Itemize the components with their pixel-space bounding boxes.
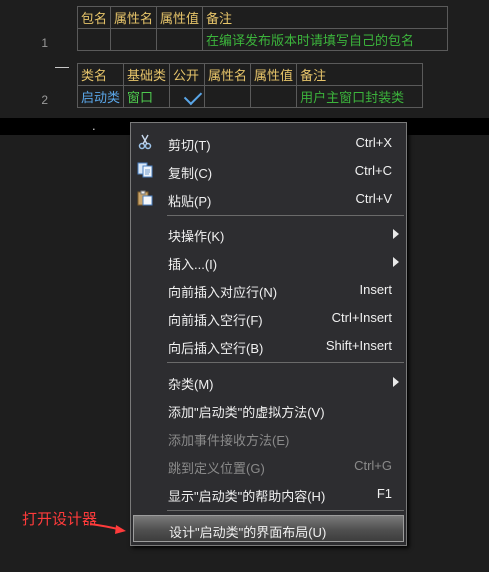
menu-item-label: 显示"启动类"的帮助内容(H) xyxy=(168,489,326,504)
submenu-arrow-icon xyxy=(393,229,399,239)
cell-base-class[interactable]: 窗口 xyxy=(123,85,171,108)
class-table-header: 类名 基础类 公开 属性名 属性值 备注 xyxy=(76,63,424,86)
menu-item-shortcut: Insert xyxy=(359,282,392,297)
cut-icon xyxy=(138,134,152,150)
menu-item-shortcut: Ctrl+G xyxy=(354,458,392,473)
checkmark-icon xyxy=(183,86,203,106)
menu-item-label: 添加"启动类"的虚拟方法(V) xyxy=(168,405,325,420)
header-package-name: 包名 xyxy=(76,6,112,29)
menu-item-label: 块操作(K) xyxy=(168,229,225,244)
menu-item-cut[interactable]: 剪切(T) Ctrl+X xyxy=(131,129,406,155)
menu-item-label: 杂类(M) xyxy=(168,377,214,392)
line-number-2: 2 xyxy=(41,93,48,107)
header-base-class: 基础类 xyxy=(123,63,171,86)
menu-separator xyxy=(167,362,404,363)
line3-text: . xyxy=(92,118,96,133)
cell-class-name[interactable]: 启动类 xyxy=(76,85,125,108)
menu-separator xyxy=(167,510,404,511)
menu-item-insert-empty-after[interactable]: 向后插入空行(B) Shift+Insert xyxy=(131,332,406,358)
menu-item-block-ops[interactable]: 块操作(K) xyxy=(131,220,406,246)
menu-item-shortcut: Shift+Insert xyxy=(325,338,392,353)
header-attr-value: 属性值 xyxy=(250,63,298,86)
annotation-arrow-icon xyxy=(89,523,126,534)
cell-attr-name[interactable] xyxy=(110,28,158,51)
menu-item-label: 粘贴(P) xyxy=(168,194,212,209)
cell-package-name[interactable] xyxy=(76,28,112,51)
line-number-1: 1 xyxy=(41,36,48,50)
menu-item-shortcut: Ctrl+X xyxy=(355,135,392,150)
menu-item-label: 向前插入空行(F) xyxy=(168,313,263,328)
menu-item-insert[interactable]: 插入...(I) xyxy=(131,248,406,274)
header-remark: 备注 xyxy=(296,63,424,86)
context-menu: 剪切(T) Ctrl+X 复制(C) Ctrl+C 粘贴(P) Ctrl+V 块… xyxy=(130,122,407,546)
header-attr-name: 属性名 xyxy=(204,63,252,86)
menu-item-show-help[interactable]: 显示"启动类"的帮助内容(H) F1 xyxy=(131,480,406,506)
menu-item-insert-matching-row-before[interactable]: 向前插入对应行(N) Insert xyxy=(131,276,406,302)
collapse-dash-icon[interactable] xyxy=(55,67,69,68)
cell-remark[interactable]: 在编译发布版本时请填写自己的包名 xyxy=(202,28,449,51)
menu-item-insert-empty-before[interactable]: 向前插入空行(F) Ctrl+Insert xyxy=(131,304,406,330)
package-table: 包名 属性名 属性值 备注 在编译发布版本时请填写自己的包名 xyxy=(76,6,449,51)
menu-item-design-layout[interactable]: 设计"启动类"的界面布局(U) xyxy=(133,515,404,542)
menu-item-label: 复制(C) xyxy=(168,166,213,181)
class-table-row[interactable]: 启动类 窗口 用户主窗口封装类 xyxy=(76,85,424,108)
menu-item-label: 剪切(T) xyxy=(168,138,211,153)
menu-item-shortcut: Ctrl+V xyxy=(355,191,392,206)
menu-item-label: 向前插入对应行(N) xyxy=(168,285,278,300)
menu-item-shortcut: Ctrl+Insert xyxy=(331,310,392,325)
header-attr-name: 属性名 xyxy=(110,6,158,29)
header-public: 公开 xyxy=(169,63,206,86)
header-attr-value: 属性值 xyxy=(156,6,204,29)
cell-attr-name[interactable] xyxy=(204,85,252,108)
package-table-header: 包名 属性名 属性值 备注 xyxy=(76,6,449,29)
cell-public[interactable] xyxy=(169,85,206,108)
cell-attr-value[interactable] xyxy=(250,85,298,108)
cell-remark[interactable]: 用户主窗口封装类 xyxy=(296,85,424,108)
paste-icon xyxy=(137,190,153,206)
annotation-text: 打开设计器 xyxy=(22,511,98,528)
menu-item-misc[interactable]: 杂类(M) xyxy=(131,368,406,394)
menu-item-goto-definition: 跳到定义位置(G) Ctrl+G xyxy=(131,452,406,478)
menu-item-shortcut: F1 xyxy=(376,486,392,501)
header-class-name: 类名 xyxy=(76,63,125,86)
class-table: 类名 基础类 公开 属性名 属性值 备注 启动类 窗口 用户主窗口封装类 xyxy=(76,63,424,108)
menu-item-add-event-receiver: 添加事件接收方法(E) xyxy=(131,424,406,450)
menu-item-label: 跳到定义位置(G) xyxy=(168,461,265,476)
menu-item-label: 插入...(I) xyxy=(168,257,218,272)
cell-attr-value[interactable] xyxy=(156,28,204,51)
menu-item-add-virtual-method[interactable]: 添加"启动类"的虚拟方法(V) xyxy=(131,396,406,422)
submenu-arrow-icon xyxy=(393,377,399,387)
menu-separator xyxy=(167,215,404,216)
menu-item-copy[interactable]: 复制(C) Ctrl+C xyxy=(131,157,406,183)
copy-icon xyxy=(137,162,153,178)
menu-item-label: 向后插入空行(B) xyxy=(168,341,264,356)
submenu-arrow-icon xyxy=(393,257,399,267)
menu-item-shortcut: Ctrl+C xyxy=(354,163,392,178)
header-remark: 备注 xyxy=(202,6,449,29)
menu-item-label: 添加事件接收方法(E) xyxy=(168,433,290,448)
menu-item-label: 设计"启动类"的界面布局(U) xyxy=(169,525,327,540)
menu-item-paste[interactable]: 粘贴(P) Ctrl+V xyxy=(131,185,406,211)
package-table-row[interactable]: 在编译发布版本时请填写自己的包名 xyxy=(76,28,449,51)
